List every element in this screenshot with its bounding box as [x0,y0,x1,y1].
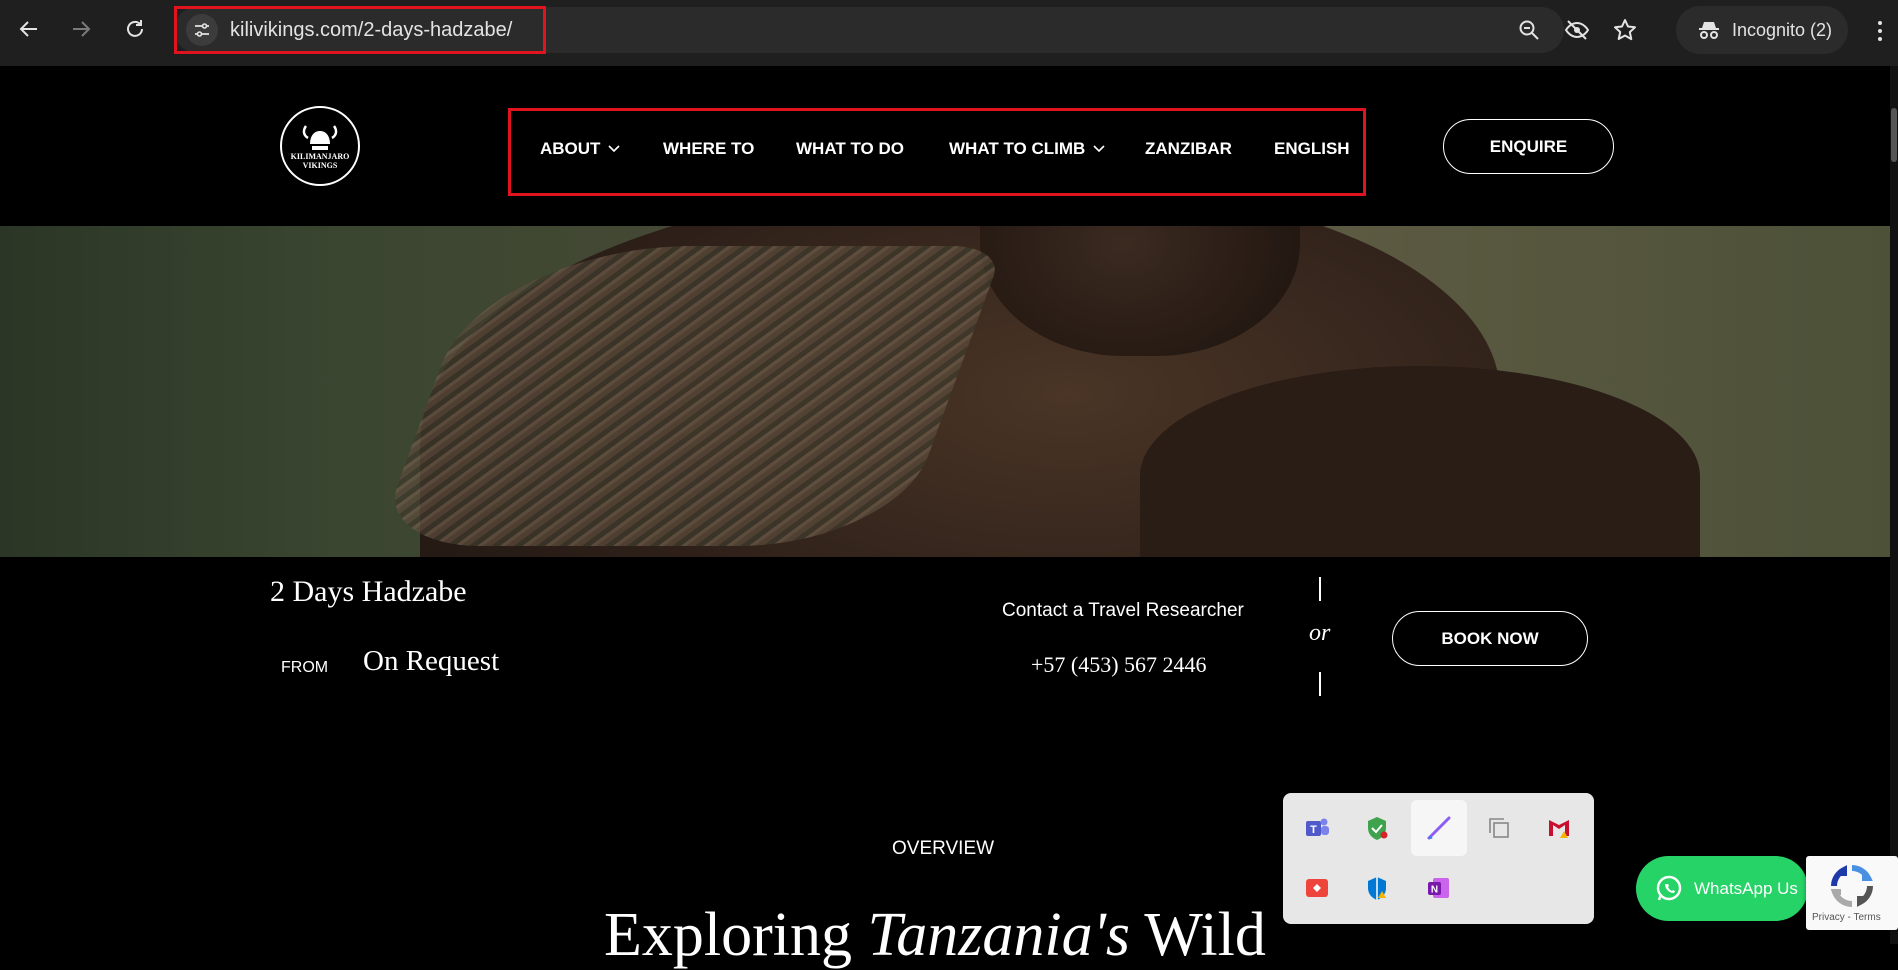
book-now-button[interactable]: BOOK NOW [1392,611,1588,666]
anydesk-icon[interactable] [1289,860,1345,916]
scrollbar-thumb[interactable] [1891,108,1897,162]
svg-text:N: N [1431,885,1438,896]
logo-text-top: KILIMANJARO [290,152,350,161]
back-arrow-icon [19,21,37,37]
forward-button[interactable] [66,14,96,44]
defender-shield-icon[interactable] [1349,860,1405,916]
heading-part-3: Wild [1130,901,1266,969]
heading-part-2: Tanzania's [867,901,1131,969]
site-logo[interactable]: KILIMANJARO VIKINGS [280,106,360,186]
back-button[interactable] [14,14,44,44]
bookmark-star-icon[interactable] [1612,17,1638,43]
site-header: KILIMANJARO VIKINGS ABOUT WHERE TO WHAT … [0,66,1890,226]
incognito-icon [1698,19,1720,41]
viking-helmet-icon [302,125,338,150]
tray-overflow-popup: T N [1283,793,1594,924]
recaptcha-links[interactable]: Privacy - Terms [1812,912,1881,923]
reload-button[interactable] [120,14,150,44]
url-highlight-box [174,6,546,54]
security-shield-icon[interactable] [1349,800,1405,856]
mcafee-icon[interactable] [1531,800,1587,856]
copy-windows-icon[interactable] [1471,800,1527,856]
whatsapp-button[interactable]: WhatsApp Us [1636,856,1808,921]
phone-number[interactable]: +57 (453) 567 2446 [1031,652,1207,678]
svg-text:T: T [1310,824,1317,836]
recaptcha-icon [1830,865,1873,908]
overview-heading: Exploring Tanzania's Wild [604,900,1266,970]
incognito-label: Incognito (2) [1732,19,1833,40]
recaptcha-badge[interactable]: Privacy - Terms [1806,856,1898,930]
pen-icon[interactable] [1411,800,1467,856]
whatsapp-label: WhatsApp Us [1694,878,1798,898]
onenote-icon[interactable]: N [1411,860,1467,916]
price-from-label: FROM [281,659,329,676]
browser-toolbar: kilivikings.com/2-days-hadzabe/ Incognit… [0,0,1898,66]
hero-image [0,226,1890,557]
zoom-icon[interactable] [1516,17,1542,43]
whatsapp-icon [1654,874,1684,904]
logo-text-bottom: VIKINGS [302,161,338,170]
enquire-button[interactable]: ENQUIRE [1443,119,1614,174]
price-value: On Request [363,645,500,677]
divider-bottom [1319,672,1321,696]
divider-top [1319,577,1321,601]
eye-off-icon[interactable] [1564,17,1590,43]
page-scrollbar[interactable] [1890,66,1898,944]
nav-highlight-box [508,108,1366,196]
forward-arrow-icon [73,21,91,37]
incognito-button[interactable]: Incognito (2) [1676,6,1848,54]
heading-part-1: Exploring [604,901,868,969]
teams-icon[interactable]: T [1289,800,1345,856]
overview-label: OVERVIEW [892,838,995,859]
browser-menu-button[interactable] [1870,16,1890,46]
trip-title: 2 Days Hadzabe [270,575,467,608]
or-label: or [1309,620,1331,646]
reload-icon [127,20,143,37]
contact-label: Contact a Travel Researcher [1002,600,1244,621]
